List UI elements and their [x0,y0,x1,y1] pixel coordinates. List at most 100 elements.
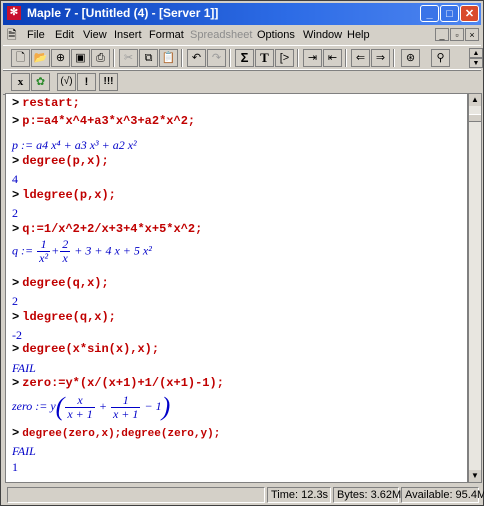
input-prompt: > [12,342,20,356]
output-value: FAIL [12,361,36,375]
status-time: Time: 12.3s [267,487,331,503]
menu-help[interactable]: Help [347,29,370,41]
fraction-numerator: 2 [60,237,71,252]
input-prompt: > [12,154,20,168]
status-bar: Time: 12.3s Bytes: 3.62M Available: 95.4… [3,485,484,505]
execute-icon[interactable]: ! [77,73,96,91]
input-command[interactable]: degree(q,x); [22,276,108,290]
save-icon[interactable]: ▣ [71,49,90,67]
stop-icon[interactable]: ⊛ [401,49,420,67]
toolbar-scroll-down-icon[interactable]: ▼ [469,58,483,68]
output-expression: p := a4 x⁴ + a3 x³ + a2 x² [12,138,137,152]
menu-spreadsheet[interactable]: Spreadsheet [190,29,252,41]
paste-icon[interactable]: 📋 [159,49,178,67]
output-value: -2 [12,328,22,342]
title-bar[interactable]: ✻ Maple 7 - [Untitled (4) - [Server 1]] … [3,3,481,25]
close-button[interactable]: ✕ [460,5,479,22]
forward-icon[interactable]: ⇒ [371,49,390,67]
scroll-up-icon[interactable]: ▲ [469,94,481,106]
input-prompt: > [12,276,20,290]
open-icon[interactable]: 📂 [31,49,50,67]
input-command[interactable]: zero:=y*(x/(x+1)+1/(x+1)-1); [22,376,224,390]
right-paren: ) [161,392,171,421]
input-command[interactable]: ldegree(q,x); [22,310,116,324]
menu-edit[interactable]: Edit [55,29,74,41]
doc-minimize-button[interactable]: _ [435,28,449,41]
fraction-numerator: x [65,393,95,408]
execution-group-icon[interactable]: [> [275,49,294,67]
menu-format[interactable]: Format [149,29,184,41]
input-command[interactable]: degree(zero,x);degree(zero,y); [22,428,220,440]
context-toolbar: x ✿ (√) ! !!! [3,69,481,95]
window-title: Maple 7 - [Untitled (4) - [Server 1]] [27,6,219,20]
function-icon[interactable]: (√) [57,73,76,91]
document-icon[interactable]: 🗎 [7,28,21,42]
maple-input-icon[interactable]: ✿ [31,73,50,91]
doc-restore-button[interactable]: ▫ [450,28,464,41]
worksheet[interactable]: > restart; > p:=a4*x^4+a3*x^3+a2*x^2; p … [5,93,468,483]
menu-insert[interactable]: Insert [114,29,142,41]
new-icon[interactable]: 🗋 [11,49,30,67]
cut-icon[interactable]: ✂ [119,49,138,67]
open-url-icon[interactable]: ⊕ [51,49,70,67]
output-operator: − 1 [144,398,162,413]
input-command[interactable]: degree(p,x); [22,154,108,168]
output-lhs: q := [12,243,34,258]
doc-close-button[interactable]: × [465,28,479,41]
main-toolbar: 🗋 📂 ⊕ ▣ ⎙ ✂ ⧉ 📋 ↶ ↷ Σ T [> ⇥ ⇤ ⇐ ⇒ ⊛ ⚲ ▲… [3,45,483,71]
input-command[interactable]: degree(x*sin(x),x); [22,342,159,356]
fraction-numerator: 1 [110,393,141,408]
indent-icon[interactable]: ⇥ [303,49,322,67]
status-bytes: Bytes: 3.62M [333,487,401,503]
output-expression: q := 1 x² +2 x + 3 + 4 x + 5 x² [12,238,152,265]
print-icon[interactable]: ⎙ [91,49,110,67]
toolbar-separator [229,49,231,67]
scroll-thumb[interactable] [469,114,481,122]
output-value: FAIL [12,444,36,458]
fraction-denominator: x² [39,251,49,265]
undo-icon[interactable]: ↶ [187,49,206,67]
maximize-button[interactable]: □ [440,5,459,22]
output-operator: + [98,398,107,413]
vertical-scrollbar[interactable]: ▲ ▼ [468,93,482,483]
menu-bar: 🗎 File Edit View Insert Format Spreadshe… [3,27,481,45]
sigma-icon[interactable]: Σ [235,49,254,67]
outdent-icon[interactable]: ⇤ [323,49,342,67]
input-prompt: > [12,114,20,128]
back-icon[interactable]: ⇐ [351,49,370,67]
restart-icon[interactable]: ⚲ [431,49,450,67]
toolbar-separator [113,49,115,67]
menu-options[interactable]: Options [257,29,295,41]
input-command[interactable]: p:=a4*x^4+a3*x^3+a2*x^2; [22,114,195,128]
maple-leaf-icon[interactable]: ✻ [7,6,21,20]
fraction-denominator: x + 1 [67,406,93,421]
input-prompt: > [12,96,20,110]
fraction-denominator: x + 1 [112,406,139,421]
toolbar-scroll-up-icon[interactable]: ▲ [469,48,483,58]
output-expression: zero := y(x x + 1 + 1x + 1 − 1) [12,392,170,422]
menu-file[interactable]: File [27,29,45,41]
left-paren: ( [55,392,65,421]
maple-window: ✻ Maple 7 - [Untitled (4) - [Server 1]] … [0,0,484,506]
menu-window[interactable]: Window [303,29,342,41]
input-prompt: > [12,310,20,324]
toolbar-separator [297,49,299,67]
status-message [7,487,265,503]
fraction-numerator: 1 [37,238,51,252]
input-command[interactable]: restart; [22,96,80,110]
math-input-icon[interactable]: x [11,73,30,91]
menu-view[interactable]: View [83,29,107,41]
execute-all-icon[interactable]: !!! [99,73,118,91]
output-value: 4 [12,172,18,186]
scroll-down-icon[interactable]: ▼ [469,470,481,482]
redo-icon[interactable]: ↷ [207,49,226,67]
input-prompt: > [12,222,20,236]
output-value: 2 [12,206,18,220]
copy-icon[interactable]: ⧉ [139,49,158,67]
input-command[interactable]: ldegree(p,x); [22,188,116,202]
minimize-button[interactable]: _ [420,5,439,22]
toolbar-separator [181,49,183,67]
output-value: 1 [12,460,18,474]
input-command[interactable]: q:=1/x^2+2/x+3+4*x+5*x^2; [22,222,202,236]
text-icon[interactable]: T [255,49,274,67]
